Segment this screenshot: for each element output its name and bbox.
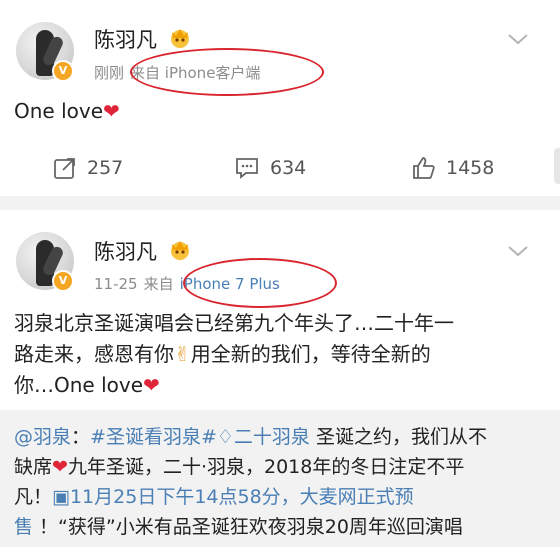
event-link[interactable]: 11月25日下午14点58分，大麦网正式预 bbox=[70, 486, 414, 508]
comment-button[interactable]: 634 bbox=[234, 156, 306, 180]
action-bar: 257 634 1458 bbox=[0, 148, 560, 188]
comment-count: 634 bbox=[270, 157, 307, 179]
chevron-down-icon[interactable] bbox=[507, 244, 529, 258]
repost-line: 售 ！“获得”小米有品圣诞狂欢夜羽泉20周年巡回演唱 bbox=[14, 516, 463, 538]
heart-emoji-icon: ❤ bbox=[103, 99, 120, 123]
topic-link[interactable]: #圣诞看羽泉# bbox=[90, 426, 217, 448]
divider bbox=[0, 196, 560, 210]
verified-badge-icon: V bbox=[52, 60, 74, 82]
repost-button[interactable]: 257 bbox=[53, 156, 123, 180]
post-text-line: 路走来，感恩有你✌用全新的我们，等待全新的 bbox=[14, 342, 431, 366]
post-text: One love❤ bbox=[14, 99, 120, 123]
scroll-edge bbox=[554, 148, 560, 184]
comment-icon bbox=[236, 158, 258, 179]
hand-emoji-icon: ✌ bbox=[174, 342, 191, 366]
mention-link[interactable]: @羽泉 bbox=[14, 426, 71, 448]
like-count: 1458 bbox=[446, 157, 495, 179]
username[interactable]: 陈羽凡 bbox=[94, 24, 157, 54]
topic-link[interactable]: 二十羽泉 bbox=[234, 426, 310, 448]
weibo-post-2: V 陈羽凡 11-25 来自 iPhone 7 Plus 羽泉北京圣诞演唱会已经第九… bbox=[0, 210, 560, 547]
repost-count: 257 bbox=[87, 157, 124, 179]
repost-line: 缺席❤九年圣诞，二十·羽泉，2018年的冬日注定不平 bbox=[14, 456, 465, 478]
post-source-prefix: 来自 bbox=[143, 275, 174, 293]
post-text-line: 你…One love❤ bbox=[14, 373, 160, 397]
heart-emoji-icon: ❤ bbox=[143, 373, 160, 397]
crown-emoji-icon bbox=[171, 241, 189, 260]
repost-card[interactable]: @羽泉：#圣诞看羽泉#♢二十羽泉 圣诞之约，我们从不 缺席❤九年圣诞，二十·羽泉… bbox=[0, 410, 560, 547]
post-time: 11-25 bbox=[94, 275, 138, 293]
heart-emoji-icon: ❤ bbox=[52, 456, 68, 478]
diamond-icon: ♢ bbox=[216, 426, 234, 448]
repost-icon bbox=[54, 158, 75, 179]
crown-emoji-icon bbox=[171, 29, 189, 48]
post-source[interactable]: iPhone 7 Plus bbox=[180, 275, 280, 293]
calendar-icon: ▣ bbox=[52, 486, 70, 508]
like-icon bbox=[413, 157, 435, 179]
chevron-down-icon[interactable] bbox=[507, 32, 529, 46]
post-meta: 11-25 来自 iPhone 7 Plus bbox=[94, 273, 286, 294]
repost-text: @羽泉：#圣诞看羽泉#♢二十羽泉 圣诞之约，我们从不 缺席❤九年圣诞，二十·羽泉… bbox=[14, 422, 549, 542]
weibo-post-1: V 陈羽凡 刚刚来自 iPhone客户端 One love❤ 257 634 bbox=[0, 0, 560, 196]
post-source[interactable]: 来自 iPhone客户端 bbox=[130, 64, 260, 82]
post-time: 刚刚 bbox=[94, 64, 125, 82]
repost-line: @羽泉：#圣诞看羽泉#♢二十羽泉 圣诞之约，我们从不 bbox=[14, 426, 487, 448]
post-text-line: 羽泉北京圣诞演唱会已经第九个年头了…二十年一 bbox=[14, 311, 454, 335]
username[interactable]: 陈羽凡 bbox=[94, 236, 157, 266]
repost-line: 凡！▣11月25日下午14点58分，大麦网正式预 bbox=[14, 486, 414, 508]
post-text: 羽泉北京圣诞演唱会已经第九个年头了…二十年一 路走来，感恩有你✌用全新的我们，等… bbox=[14, 308, 454, 401]
like-button[interactable]: 1458 bbox=[412, 156, 494, 180]
event-link[interactable]: 售 bbox=[14, 516, 33, 538]
post-meta: 刚刚 来自 iPhone客户端 bbox=[94, 62, 266, 83]
verified-badge-icon: V bbox=[52, 270, 74, 292]
